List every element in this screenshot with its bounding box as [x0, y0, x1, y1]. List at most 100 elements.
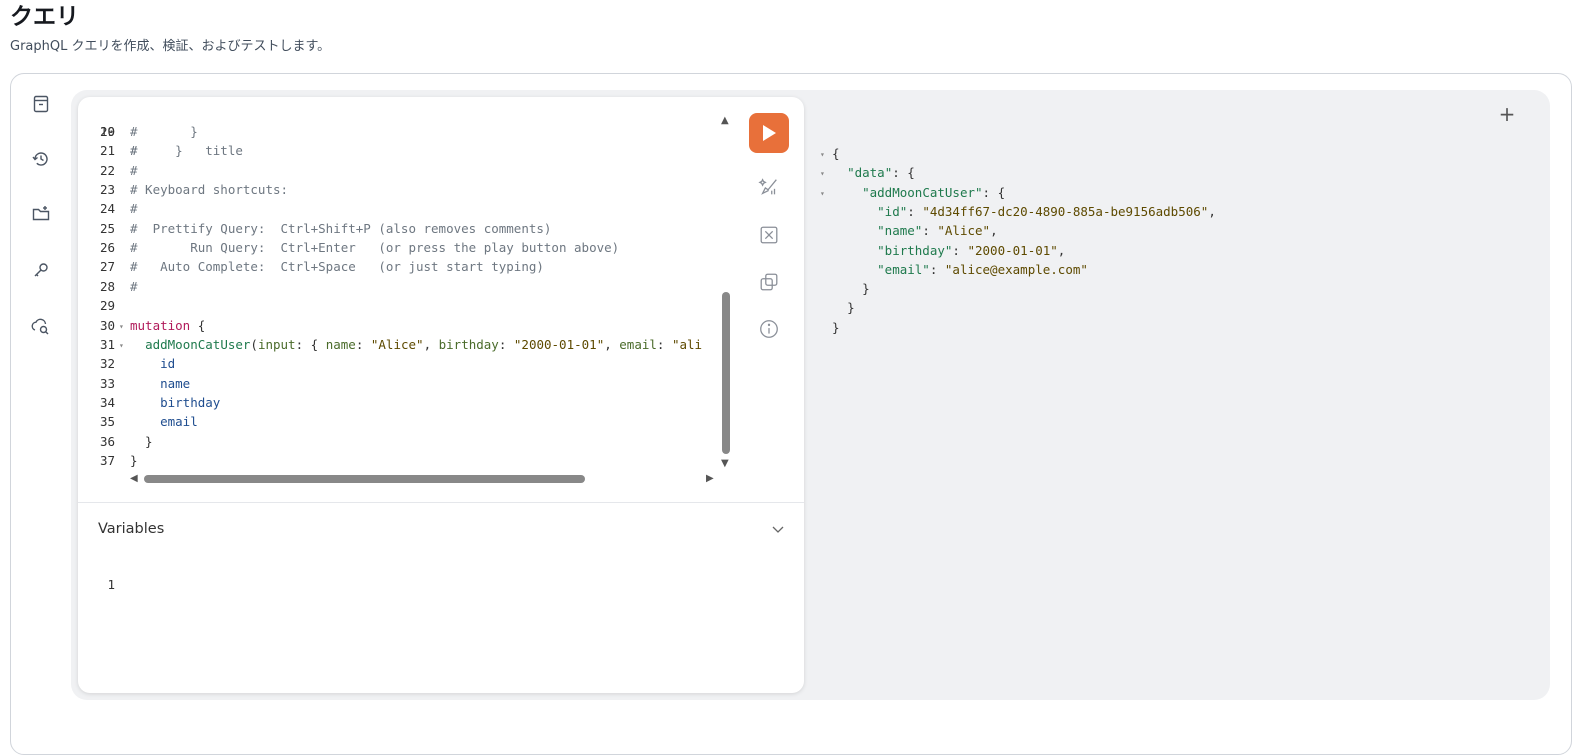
scroll-up-arrow[interactable]: ▲: [721, 116, 729, 126]
copy-query-button[interactable]: [749, 262, 789, 302]
chevron-down-icon[interactable]: [770, 521, 786, 537]
scroll-left-arrow[interactable]: ◀: [130, 474, 138, 484]
history-icon[interactable]: [30, 148, 52, 170]
arg-token: email: [619, 336, 657, 352]
json-value: "2000-01-01": [967, 242, 1058, 258]
code-text: }: [130, 452, 138, 468]
line-number: 33: [99, 375, 115, 391]
fold-arrow-icon[interactable]: ▾: [119, 317, 124, 336]
scroll-down-arrow[interactable]: ▼: [721, 459, 729, 469]
editor-divider: [78, 502, 804, 503]
line-number: 28: [99, 278, 115, 294]
fold-arrow-icon[interactable]: ▾: [820, 145, 825, 164]
page-subtitle: GraphQL クエリを作成、検証、およびテストします。: [10, 39, 331, 54]
fold-arrow-icon[interactable]: ▾: [820, 184, 825, 203]
auth-key-icon[interactable]: [30, 259, 52, 281]
query-editor-panel: 19 # title 20 # } 21 # } 22 #23 # Keyboard sho…: [78, 97, 804, 693]
indent-token: [832, 243, 877, 258]
fold-arrow-icon[interactable]: ▾: [820, 164, 825, 183]
field-def-token: addMoonCatUser: [145, 336, 251, 352]
punct-token: }: [847, 300, 855, 316]
punct-token: :: [952, 242, 968, 258]
prettify-button[interactable]: [749, 167, 789, 207]
field-token: id: [160, 356, 176, 372]
query-editor[interactable]: 19 # title 20 # } 21 # } 22 #23 # Keyboard sho…: [78, 97, 728, 477]
indent-token: [130, 395, 160, 410]
line-number: 30: [99, 317, 115, 333]
result-text: {: [832, 144, 840, 163]
arg-token: name: [325, 336, 356, 352]
field-token: email: [160, 414, 198, 430]
indent-token: [832, 262, 877, 277]
play-icon: [763, 125, 776, 141]
indent-token: [832, 223, 877, 238]
string-token: "ali: [671, 336, 703, 352]
punct-token: }: [832, 319, 840, 335]
code-text: }: [130, 433, 153, 449]
schema-search-icon[interactable]: [30, 316, 52, 338]
code-text: #: [130, 278, 138, 294]
add-tab-button[interactable]: +: [1497, 104, 1517, 124]
code-text: #: [130, 201, 138, 217]
string-token: "Alice": [370, 336, 424, 352]
line-number: 37: [99, 452, 115, 468]
run-query-button[interactable]: [749, 113, 789, 153]
result-text: "email": "alice@example.com": [832, 260, 1088, 279]
json-key: "id": [877, 203, 908, 219]
line-number: 36: [99, 433, 115, 449]
indent-token: [832, 281, 862, 296]
punct-token: :: [355, 336, 371, 352]
code-text: name: [130, 374, 190, 393]
code-text: #: [130, 162, 138, 178]
code-line: 19 # title: [78, 103, 243, 158]
prettify-icon: [758, 178, 777, 195]
result-text: }: [832, 279, 870, 298]
json-value: "alice@example.com": [944, 261, 1088, 277]
explorer-folder-icon[interactable]: [30, 203, 52, 225]
string-token: "2000-01-01": [513, 336, 605, 352]
vertical-scrollbar-thumb[interactable]: [722, 292, 730, 454]
code-text: # }: [130, 143, 183, 159]
code-text: # Prettify Query: Ctrl+Shift+P (also rem…: [130, 220, 552, 236]
result-text: "birthday": "2000-01-01",: [832, 241, 1065, 260]
code-text: # Run Query: Ctrl+Enter (or press the pl…: [130, 240, 620, 256]
code-text: email: [130, 412, 198, 431]
code-text: id: [130, 354, 175, 373]
json-key: "addMoonCatUser": [862, 184, 983, 200]
punct-token: : {: [982, 184, 1006, 200]
indent-token: [130, 356, 160, 371]
fold-arrow-icon[interactable]: ▾: [119, 336, 124, 355]
code-text: addMoonCatUser(input: { name: "Alice", b…: [130, 335, 702, 354]
code-text: mutation {: [130, 316, 205, 335]
field-token: birthday: [160, 394, 221, 410]
keyword-token: mutation: [130, 317, 191, 333]
scroll-right-arrow[interactable]: ▶: [706, 474, 714, 484]
line-number: 21: [99, 143, 115, 159]
punct-token: : {: [892, 165, 915, 181]
code-text: # }: [130, 124, 198, 139]
documentation-icon[interactable]: [30, 93, 52, 115]
line-number: 22: [99, 162, 115, 178]
code-text: # Auto Complete: Ctrl+Space (or just sta…: [130, 259, 544, 275]
horizontal-scrollbar-thumb[interactable]: [144, 475, 585, 483]
line-number: 32: [99, 356, 115, 372]
punct-token: : {: [295, 336, 326, 352]
merge-fragments-button[interactable]: [749, 215, 789, 255]
result-text: "data": {: [832, 163, 915, 182]
json-key: "name": [877, 223, 923, 239]
field-token: name: [160, 375, 191, 391]
line-number: 25: [99, 220, 115, 236]
indent-token: [130, 376, 160, 391]
info-button[interactable]: [749, 309, 789, 349]
punct-token: ,: [1057, 242, 1066, 258]
punct-token: :: [922, 223, 938, 239]
result-text: }: [832, 298, 855, 317]
punct-token: :: [656, 336, 672, 352]
punct-token: :: [929, 261, 945, 277]
line-number: 35: [99, 414, 115, 430]
punct-token: ,: [1208, 203, 1216, 219]
variables-tab[interactable]: Variables: [98, 521, 164, 537]
punct-token: ,: [604, 336, 620, 352]
punct-token: {: [190, 317, 206, 333]
punct-token: :: [907, 203, 923, 219]
